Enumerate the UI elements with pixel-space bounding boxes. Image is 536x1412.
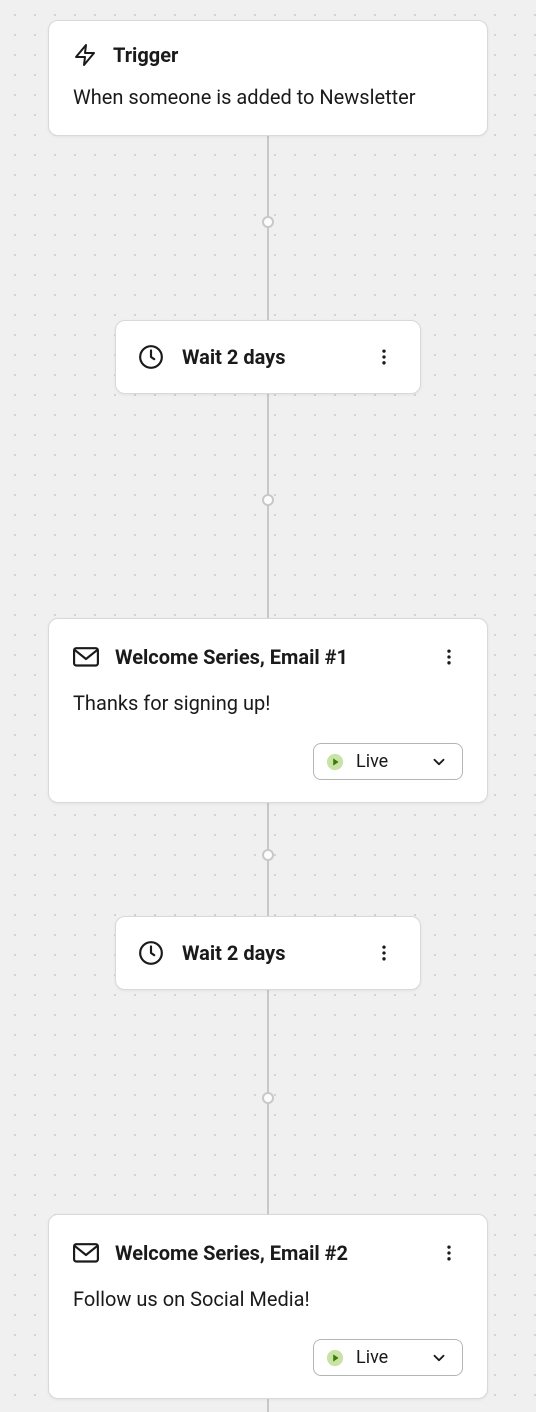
flow-node-dot <box>262 849 274 861</box>
envelope-icon <box>73 646 99 668</box>
live-status-icon <box>326 753 344 771</box>
status-dropdown[interactable]: Live <box>313 1339 463 1376</box>
wait-step-label: Wait 2 days <box>182 941 370 965</box>
live-status-icon <box>326 1349 344 1367</box>
email-step-description: Follow us on Social Media! <box>73 1287 463 1311</box>
flow-node-dot <box>262 1092 274 1104</box>
clock-icon <box>138 940 164 966</box>
trigger-title: Trigger <box>113 43 178 67</box>
flow-node-dot <box>262 494 274 506</box>
status-label: Live <box>356 1347 418 1368</box>
flow-node-dot <box>262 216 274 228</box>
chevron-down-icon <box>430 1349 448 1367</box>
status-label: Live <box>356 751 418 772</box>
email-step-title: Welcome Series, Email #2 <box>115 1241 419 1265</box>
email-step-description: Thanks for signing up! <box>73 691 463 715</box>
status-dropdown[interactable]: Live <box>313 743 463 780</box>
trigger-card[interactable]: Trigger When someone is added to Newslet… <box>48 20 488 136</box>
step-menu-button[interactable] <box>370 939 398 967</box>
email-step-card[interactable]: Welcome Series, Email #2 Follow us on So… <box>48 1214 488 1399</box>
email-step-title: Welcome Series, Email #1 <box>115 645 419 669</box>
envelope-icon <box>73 1242 99 1264</box>
step-menu-button[interactable] <box>435 643 463 671</box>
step-menu-button[interactable] <box>435 1239 463 1267</box>
clock-icon <box>138 344 164 370</box>
step-menu-button[interactable] <box>370 343 398 371</box>
chevron-down-icon <box>430 753 448 771</box>
trigger-icon <box>73 43 97 67</box>
email-step-card[interactable]: Welcome Series, Email #1 Thanks for sign… <box>48 618 488 803</box>
wait-step-card[interactable]: Wait 2 days <box>115 916 421 990</box>
trigger-description: When someone is added to Newsletter <box>73 85 463 109</box>
wait-step-card[interactable]: Wait 2 days <box>115 320 421 394</box>
wait-step-label: Wait 2 days <box>182 345 370 369</box>
